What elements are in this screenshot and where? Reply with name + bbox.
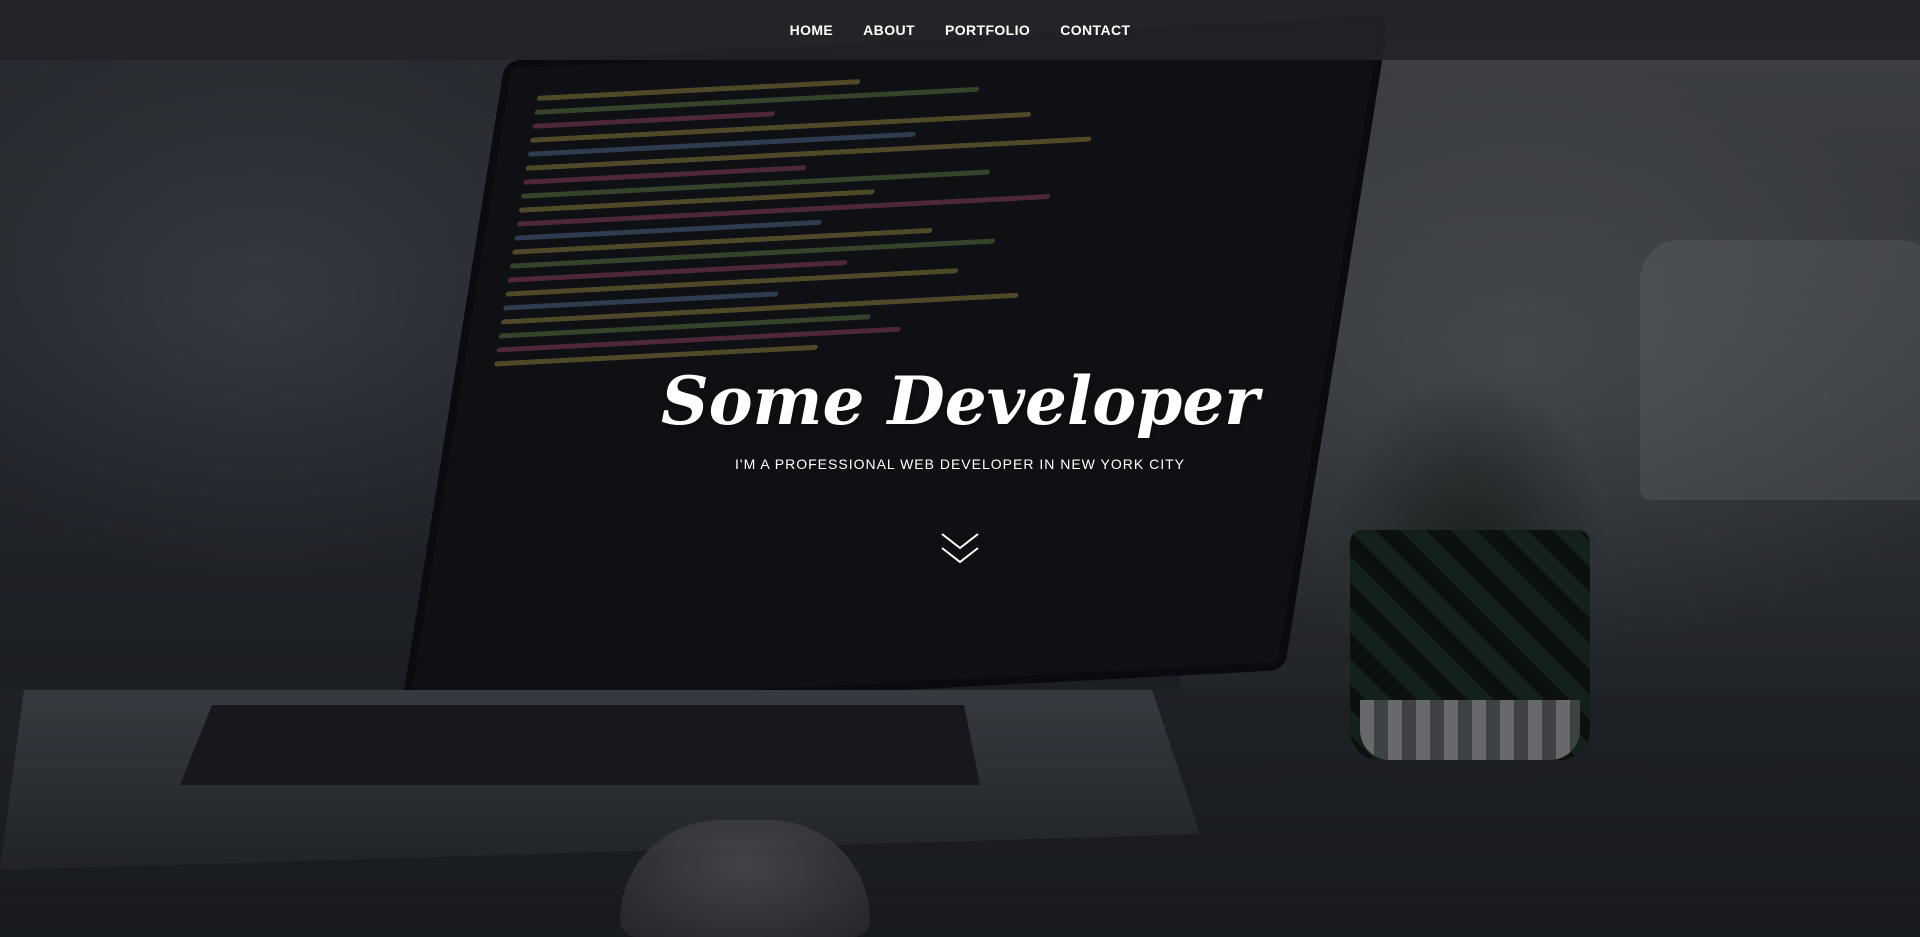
- hero-content: Some Developer I'M A PROFESSIONAL WEB DE…: [0, 360, 1920, 472]
- navbar: HOME ABOUT PORTFOLIO CONTACT: [0, 0, 1920, 60]
- hero-subtitle: I'M A PROFESSIONAL WEB DEVELOPER IN NEW …: [735, 456, 1185, 472]
- nav-about-link[interactable]: ABOUT: [848, 0, 930, 60]
- double-chevron-down-icon[interactable]: [940, 532, 980, 568]
- nav-list: HOME ABOUT PORTFOLIO CONTACT: [775, 0, 1146, 60]
- hero-title: Some Developer: [660, 362, 1260, 440]
- hero-section: HOME ABOUT PORTFOLIO CONTACT Some Develo…: [0, 0, 1920, 937]
- nav-portfolio-link[interactable]: PORTFOLIO: [930, 0, 1045, 60]
- nav-contact-link[interactable]: CONTACT: [1045, 0, 1145, 60]
- nav-home-link[interactable]: HOME: [775, 0, 849, 60]
- double-chevron-down-icon-svg: [941, 533, 979, 564]
